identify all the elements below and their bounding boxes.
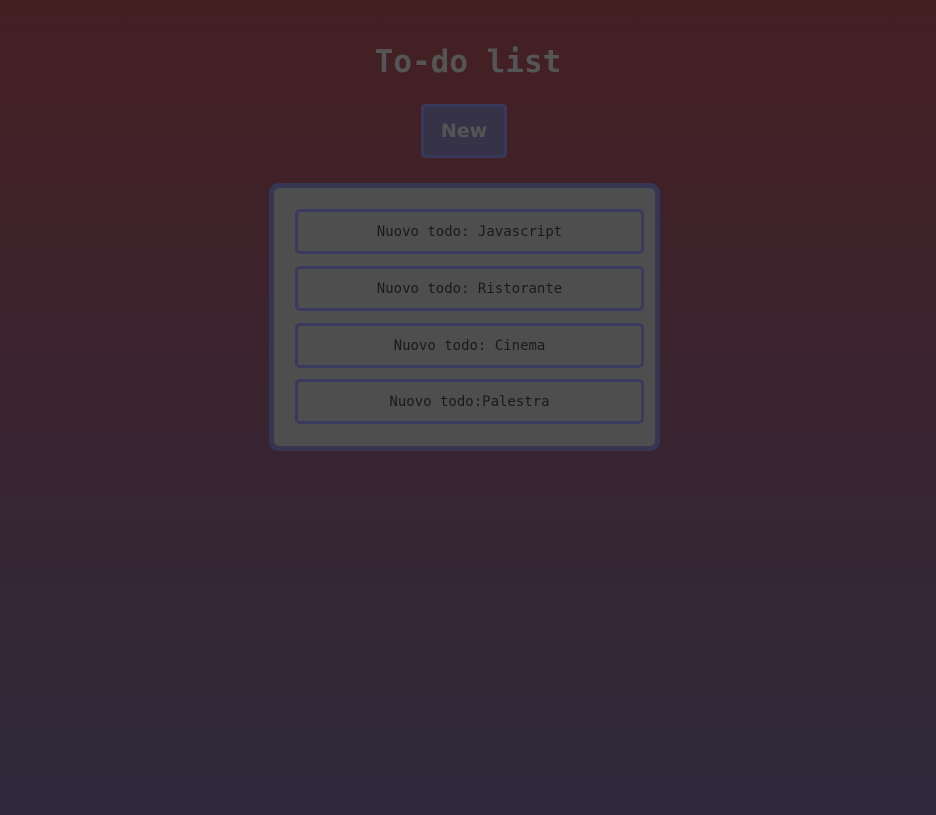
todo-item[interactable]: Nuovo todo: Javascript [295, 209, 644, 254]
todo-list: Nuovo todo: Javascript Nuovo todo: Risto… [269, 183, 660, 451]
new-todo-button[interactable]: New [421, 104, 507, 158]
page-title: To-do list [374, 44, 562, 80]
todo-item[interactable]: Nuovo todo:Palestra [295, 379, 644, 424]
todo-item[interactable]: Nuovo todo: Cinema [295, 323, 644, 368]
todo-item[interactable]: Nuovo todo: Ristorante [295, 266, 644, 311]
